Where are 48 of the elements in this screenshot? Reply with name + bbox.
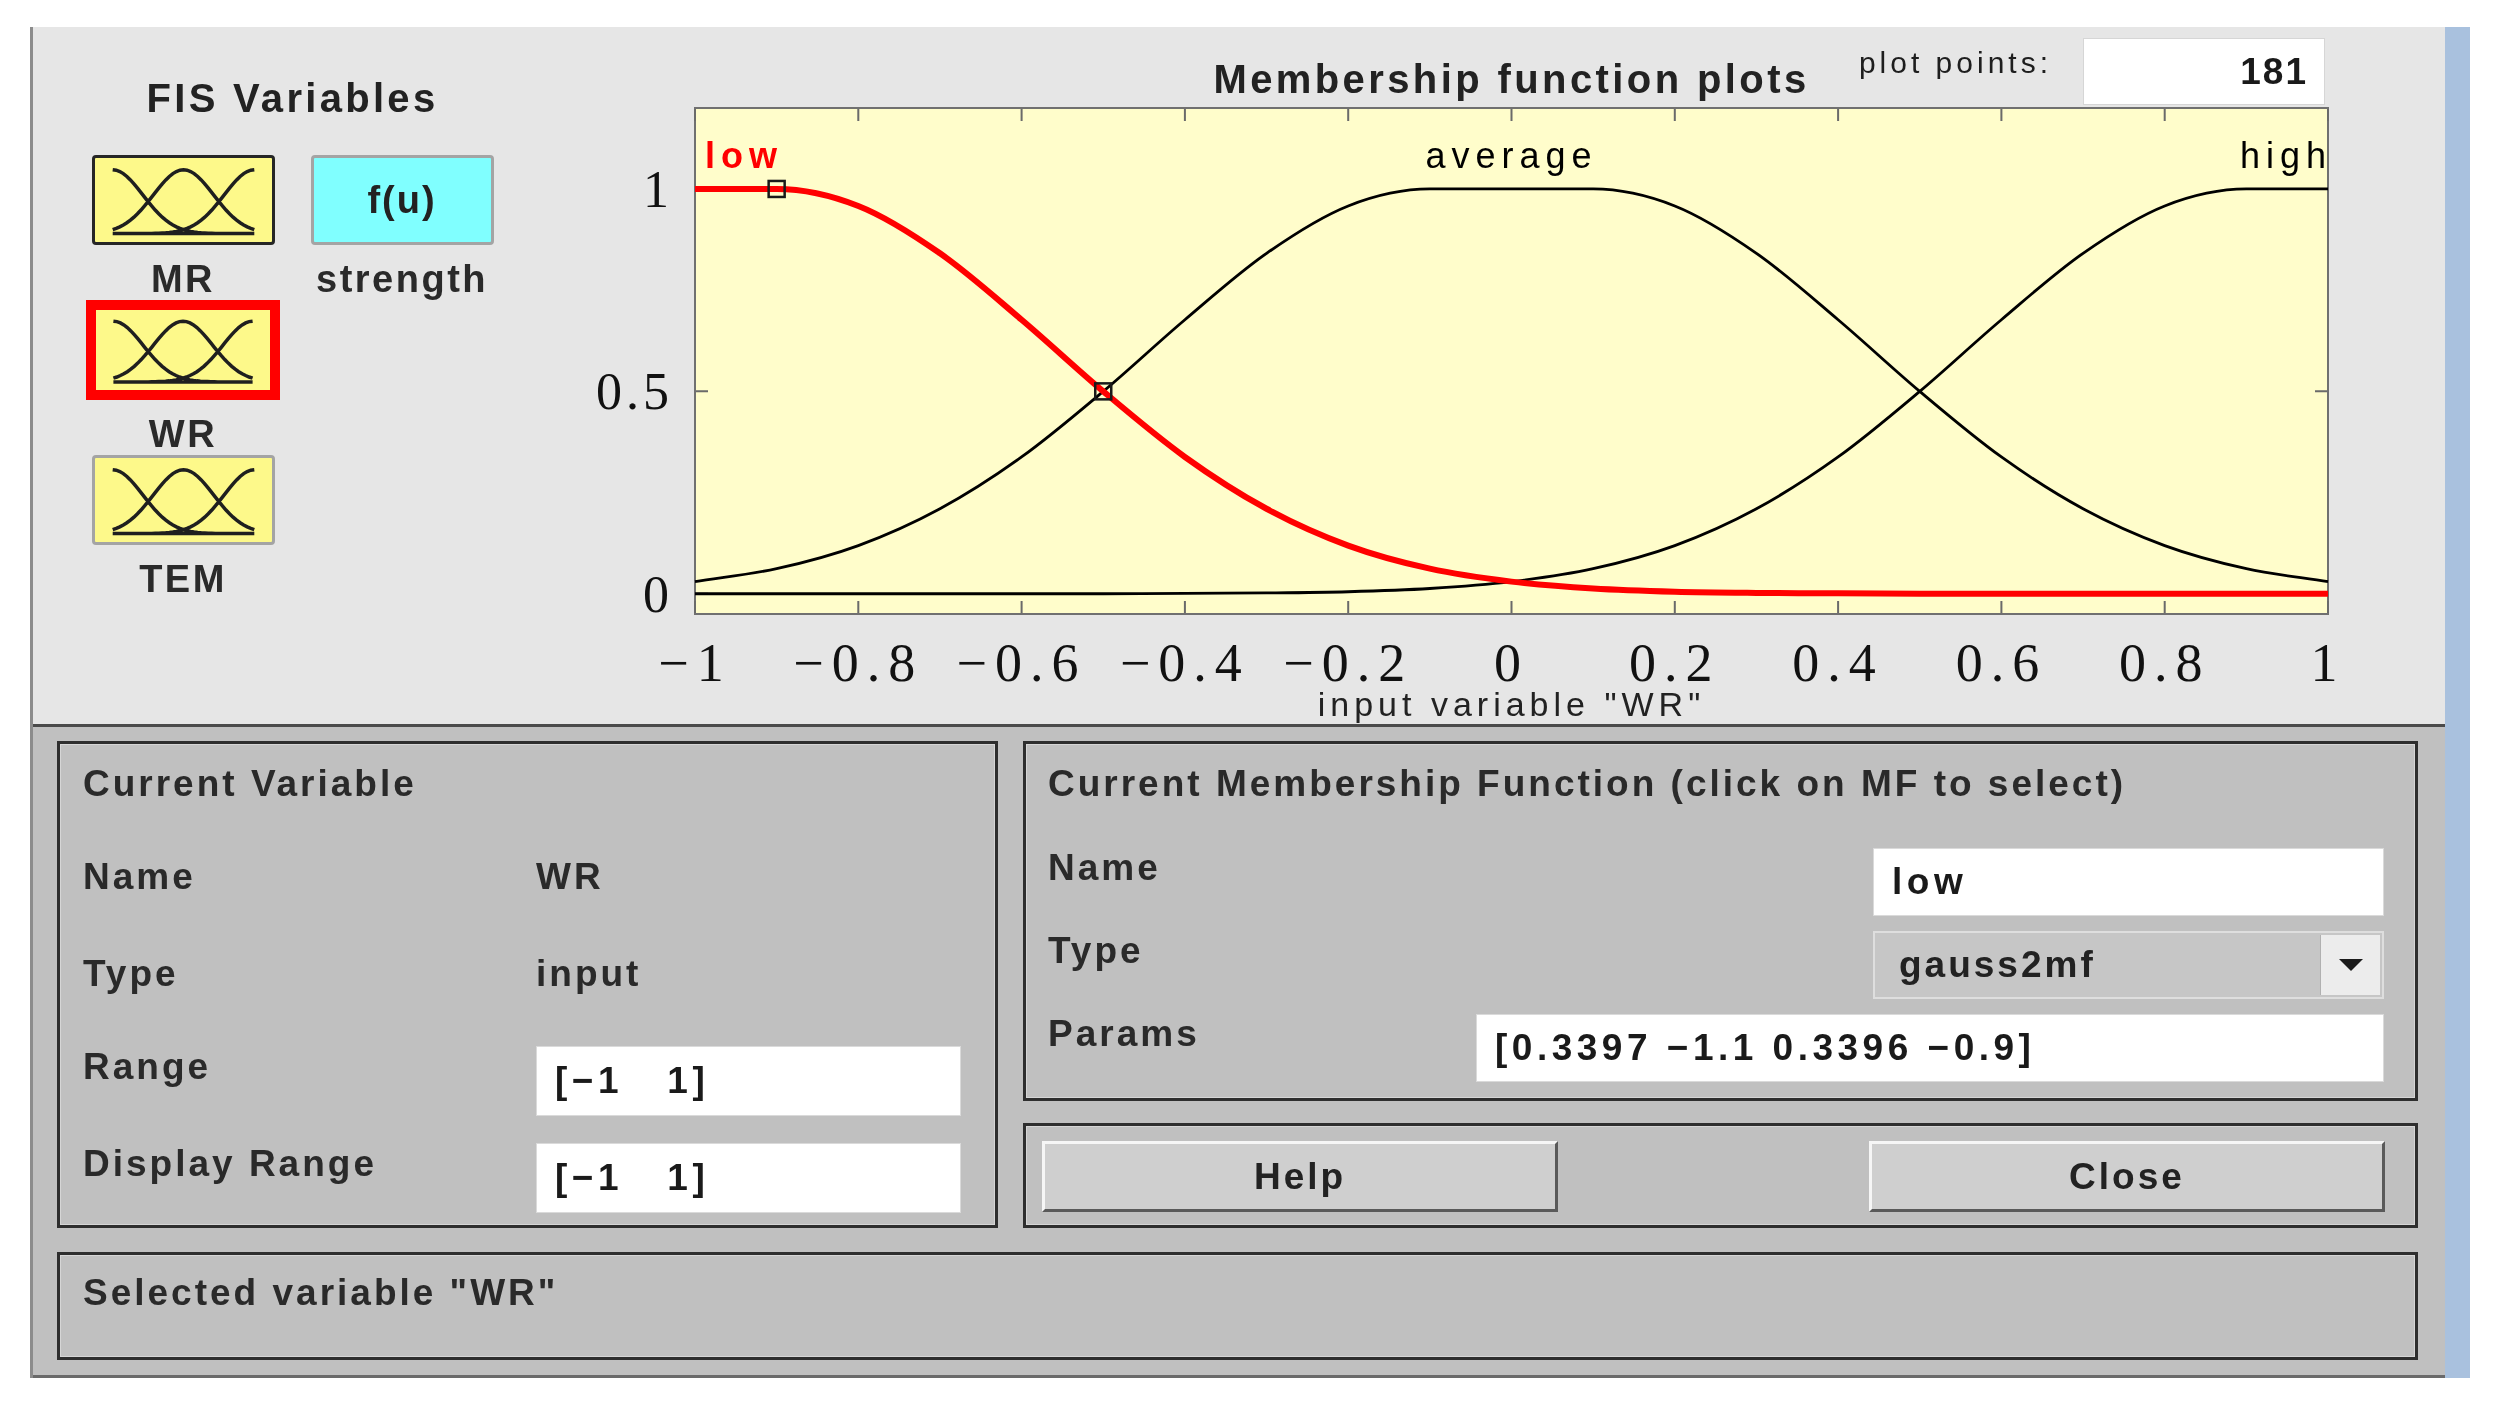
variable-label: TEM (139, 559, 227, 599)
bell-curves-icon[interactable] (91, 455, 275, 545)
input-field[interactable]: [−1 1] (536, 1143, 961, 1213)
panel-title: Current Membership Function (click on MF to select) (1048, 764, 2127, 804)
curve-label: low (705, 134, 783, 176)
variable-label: strength (316, 259, 488, 299)
field-value: input (536, 953, 642, 994)
axis-tick-label: 0.6 (1955, 633, 2048, 693)
input-field[interactable]: [0.3397 −1.1 0.3396 −0.9] (1476, 1014, 2384, 1082)
axis-tick-label: 1 (643, 160, 673, 218)
axis-tick-label: −0.4 (1119, 633, 1250, 693)
field-label: Display Range (83, 1144, 377, 1184)
variable-label: WR (148, 414, 218, 454)
axis-tick-label: 0 (643, 565, 673, 623)
bell-curves-icon[interactable] (91, 155, 275, 245)
type-dropdown[interactable]: gauss2mf (1873, 931, 2384, 999)
curve-label: high (2239, 134, 2332, 176)
axis-tick-label: −0.6 (956, 633, 1087, 693)
field-label: Params (1048, 1014, 1200, 1054)
output-function-block[interactable]: f(u) (310, 155, 494, 245)
input-field[interactable]: low (1873, 848, 2384, 916)
curve-label: average (1425, 134, 1598, 176)
dialog-button[interactable]: Close (1869, 1141, 2385, 1212)
axis-tick-label: 0.8 (2118, 633, 2211, 693)
field-label: Name (83, 856, 196, 897)
input-field[interactable]: [−1 1] (536, 1046, 961, 1116)
axis-tick-label: 1 (2310, 633, 2346, 693)
field-label: Type (83, 953, 179, 994)
status-text: Selected variable "WR" (83, 1273, 559, 1313)
axis-tick-label: 0.5 (596, 363, 673, 421)
field-value: WR (536, 856, 604, 897)
field-label: Range (83, 1047, 212, 1087)
field-label: Name (1048, 848, 1161, 888)
variable-label: MR (150, 259, 216, 299)
dialog-button[interactable]: Help (1042, 1141, 1558, 1212)
bell-curves-icon[interactable] (86, 300, 280, 400)
square-handle-icon[interactable] (1094, 382, 1113, 401)
plot-points-field[interactable]: 181 (2083, 38, 2325, 105)
axis-tick-label: 0.4 (1792, 633, 1884, 693)
chart-title: Membership function plots (1213, 58, 1810, 100)
axis-tick-label: −1 (658, 633, 732, 693)
square-handle-icon[interactable] (767, 179, 786, 199)
section-title: FIS Variables (146, 77, 439, 119)
axis-tick-label: −0.8 (793, 633, 924, 693)
caret-icon[interactable] (2320, 935, 2380, 995)
panel-title: Current Variable (83, 764, 417, 804)
field-label: Type (1048, 931, 1144, 971)
plot-points-label: plot points: (1858, 47, 2052, 79)
